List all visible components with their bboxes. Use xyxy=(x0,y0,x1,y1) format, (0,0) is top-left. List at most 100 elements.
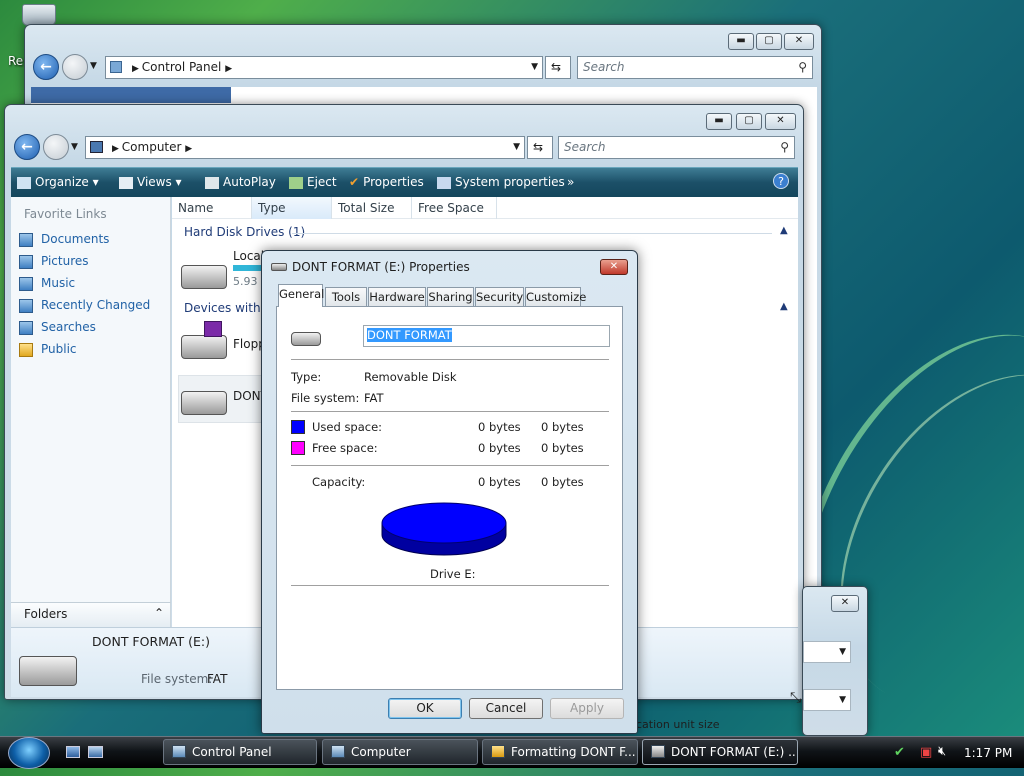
used-space-bytes: 0 bytes xyxy=(478,420,521,434)
local-disk-icon[interactable] xyxy=(181,265,227,289)
close-button[interactable]: ✕ xyxy=(831,595,859,612)
file-system-label: File system: xyxy=(291,391,360,405)
eject-button[interactable]: Eject xyxy=(289,175,337,189)
refresh-button[interactable]: ⇆ xyxy=(527,136,553,159)
collapse-group-icon[interactable]: ▲ xyxy=(780,301,788,312)
address-bar[interactable]: ▶ Computer ▶ ▼ xyxy=(85,136,525,159)
folders-label: Folders xyxy=(24,607,68,621)
network-icon[interactable]: ▣ xyxy=(920,745,932,760)
searches-icon xyxy=(19,320,33,335)
search-icon[interactable]: ⚲ xyxy=(780,137,789,158)
close-button[interactable]: ✕ xyxy=(765,113,796,130)
taskbar-item-computer[interactable]: Computer xyxy=(322,739,478,765)
volume-label-input[interactable]: DONT FORMAT xyxy=(363,325,610,347)
search-icon[interactable]: ⚲ xyxy=(798,57,807,78)
system-properties-button[interactable]: System properties xyxy=(437,175,565,189)
ok-button[interactable]: OK xyxy=(388,698,462,719)
removable-drive-icon[interactable] xyxy=(181,391,227,415)
tab-tools[interactable]: Tools xyxy=(325,287,367,306)
navigation-pane: Favorite Links Documents Pictures Music … xyxy=(11,197,171,627)
maximize-button[interactable]: ▢ xyxy=(756,33,782,50)
volume-label-value: DONT FORMAT xyxy=(367,328,452,342)
breadcrumb-arrow-icon: ▶ xyxy=(132,64,142,74)
refresh-button[interactable]: ⇆ xyxy=(545,56,571,79)
separator xyxy=(291,411,609,412)
views-button[interactable]: Views ▾ xyxy=(119,175,182,189)
tab-general[interactable]: General xyxy=(278,284,324,307)
chevron-up-icon[interactable]: ⌃ xyxy=(154,606,164,620)
removable-drive-icon xyxy=(291,332,321,346)
minimize-button[interactable]: ▬ xyxy=(706,113,732,130)
properties-button[interactable]: ✔ Properties xyxy=(349,175,424,189)
back-button[interactable]: ← xyxy=(14,134,40,160)
minimize-button[interactable]: ▬ xyxy=(728,33,754,50)
format-dropdown[interactable]: ▼ xyxy=(803,689,851,711)
column-header-free-space[interactable]: Free Space xyxy=(412,197,497,219)
clock[interactable]: 1:17 PM xyxy=(964,746,1012,760)
favorite-link-music[interactable]: Music xyxy=(19,276,75,291)
format-window: ✕ ▼ ▼ xyxy=(802,586,868,736)
eject-icon xyxy=(289,176,303,189)
folders-bar[interactable]: Folders ⌃ xyxy=(11,602,171,627)
maximize-button[interactable]: ▢ xyxy=(736,113,762,130)
floppy-drive-icon[interactable] xyxy=(181,335,227,359)
cancel-button[interactable]: Cancel xyxy=(469,698,543,719)
volume-muted-icon[interactable]: 🔇︎ xyxy=(938,744,946,759)
control-panel-icon xyxy=(110,61,122,73)
group-removable-devices[interactable]: Devices with R xyxy=(184,301,273,315)
address-dropdown-icon[interactable]: ▼ xyxy=(531,57,538,78)
switch-windows-icon[interactable] xyxy=(88,746,103,758)
more-commands-button[interactable]: » xyxy=(567,175,574,189)
favorite-link-public[interactable]: Public xyxy=(19,342,77,357)
favorite-link-documents[interactable]: Documents xyxy=(19,232,109,247)
address-bar[interactable]: ▶ Control Panel ▶ ▼ xyxy=(105,56,543,79)
safely-remove-hardware-icon[interactable]: ✔ xyxy=(894,745,905,760)
system-properties-icon xyxy=(437,176,451,189)
autoplay-button[interactable]: AutoPlay xyxy=(205,175,276,189)
column-header-type[interactable]: Type xyxy=(252,197,332,219)
forward-button[interactable] xyxy=(62,54,88,80)
recycle-bin-icon[interactable] xyxy=(22,4,56,26)
column-header-total-size[interactable]: Total Size xyxy=(332,197,412,219)
apply-button[interactable]: Apply xyxy=(550,698,624,719)
tab-customize[interactable]: Customize xyxy=(525,287,586,306)
close-button[interactable]: ✕ xyxy=(600,259,628,275)
show-desktop-icon[interactable] xyxy=(66,746,80,758)
breadcrumb[interactable]: Control Panel xyxy=(142,60,222,74)
breadcrumb[interactable]: Computer xyxy=(122,140,182,154)
file-system-value: FAT xyxy=(364,391,384,405)
pictures-icon xyxy=(19,254,33,269)
favorite-link-recently-changed[interactable]: Recently Changed xyxy=(19,298,150,313)
close-button[interactable]: ✕ xyxy=(784,33,814,50)
details-fs-label: File system: xyxy=(141,672,213,686)
checkmark-icon: ✔ xyxy=(349,175,360,189)
address-dropdown-icon[interactable]: ▼ xyxy=(513,137,520,158)
drive-usage-bar xyxy=(233,265,263,271)
tab-hardware[interactable]: Hardware xyxy=(368,287,426,306)
used-space-bytes-size: 0 bytes xyxy=(541,420,584,434)
recent-pages-dropdown-icon[interactable]: ▼ xyxy=(71,142,78,152)
search-input[interactable]: Search ⚲ xyxy=(558,136,795,159)
back-button[interactable]: ← xyxy=(33,54,59,80)
capacity-bytes: 0 bytes xyxy=(478,475,521,489)
collapse-group-icon[interactable]: ▲ xyxy=(780,225,788,236)
drive-title-icon xyxy=(271,263,287,271)
format-dropdown[interactable]: ▼ xyxy=(803,641,851,663)
favorite-link-pictures[interactable]: Pictures xyxy=(19,254,89,269)
column-header-name[interactable]: Name xyxy=(172,197,252,219)
search-input[interactable]: Search ⚲ xyxy=(577,56,813,79)
folder-icon xyxy=(491,745,505,758)
tab-sharing[interactable]: Sharing xyxy=(427,287,474,306)
capacity-bytes-size: 0 bytes xyxy=(541,475,584,489)
start-button[interactable] xyxy=(8,737,50,769)
organize-button[interactable]: Organize ▾ xyxy=(17,175,99,189)
forward-button[interactable] xyxy=(43,134,69,160)
taskbar-item-formatting[interactable]: Formatting DONT F... xyxy=(482,739,638,765)
group-hard-disk-drives[interactable]: Hard Disk Drives (1) xyxy=(184,225,305,239)
favorite-link-searches[interactable]: Searches xyxy=(19,320,96,335)
tab-security[interactable]: Security xyxy=(475,287,524,306)
help-icon[interactable]: ? xyxy=(773,173,789,189)
recent-pages-dropdown-icon[interactable]: ▼ xyxy=(90,61,97,71)
taskbar-item-control-panel[interactable]: Control Panel xyxy=(163,739,317,765)
taskbar-item-properties[interactable]: DONT FORMAT (E:) ... xyxy=(642,739,798,765)
